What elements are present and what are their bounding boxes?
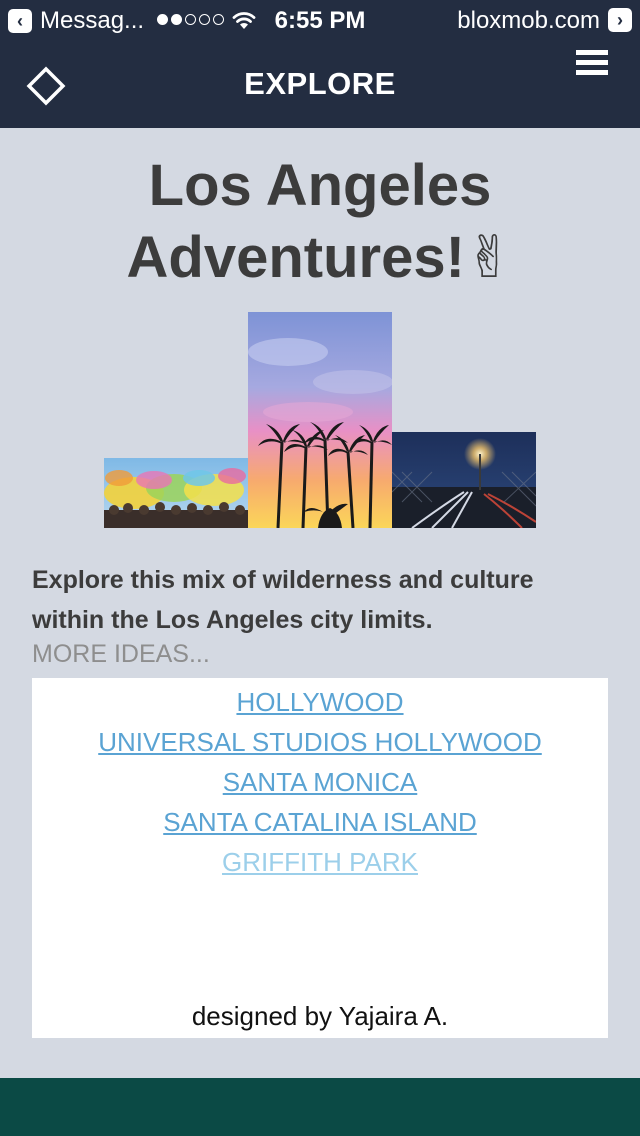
more-ideas-heading: MORE IDEAS... xyxy=(32,640,210,668)
link-santa-monica[interactable]: SANTA MONICA xyxy=(32,762,608,802)
freeway-night-photo[interactable] xyxy=(392,432,536,528)
page-title-line2: Adventures!✌ xyxy=(126,225,514,290)
link-universal-studios[interactable]: UNIVERSAL STUDIOS HOLLYWOOD xyxy=(32,722,608,762)
description: Explore this mix of wilderness and cultu… xyxy=(32,566,534,634)
footer-bar xyxy=(0,1078,640,1136)
chevron-right-icon: › xyxy=(608,8,632,32)
ideas-card: HOLLYWOOD UNIVERSAL STUDIOS HOLLYWOOD SA… xyxy=(32,678,608,1038)
designer-credit: designed by Yajaira A. xyxy=(191,1001,449,1031)
header-title: EXPLORE xyxy=(244,66,396,101)
status-site: bloxmob.com xyxy=(457,7,600,34)
ideas-list: HOLLYWOOD UNIVERSAL STUDIOS HOLLYWOOD SA… xyxy=(32,678,608,882)
forward-link[interactable]: › xyxy=(608,8,632,32)
palm-trees-photo[interactable] xyxy=(248,312,392,528)
status-bar: ‹ Messag... 6:55 PM bloxmob.com › xyxy=(0,0,640,40)
link-hollywood[interactable]: HOLLYWOOD xyxy=(32,682,608,722)
app-header: EXPLORE xyxy=(0,40,640,128)
page-title-line1: Los Angeles xyxy=(148,153,492,218)
hamburger-menu-icon[interactable] xyxy=(576,50,608,76)
page: ‹ Messag... 6:55 PM bloxmob.com › EXPLOR… xyxy=(0,0,640,1136)
page-title: Los Angeles Adventures!✌ xyxy=(0,150,640,294)
festival-photo[interactable] xyxy=(104,458,248,528)
link-griffith-park[interactable]: GRIFFITH PARK xyxy=(32,842,608,882)
link-santa-catalina[interactable]: SANTA CATALINA ISLAND xyxy=(32,802,608,842)
